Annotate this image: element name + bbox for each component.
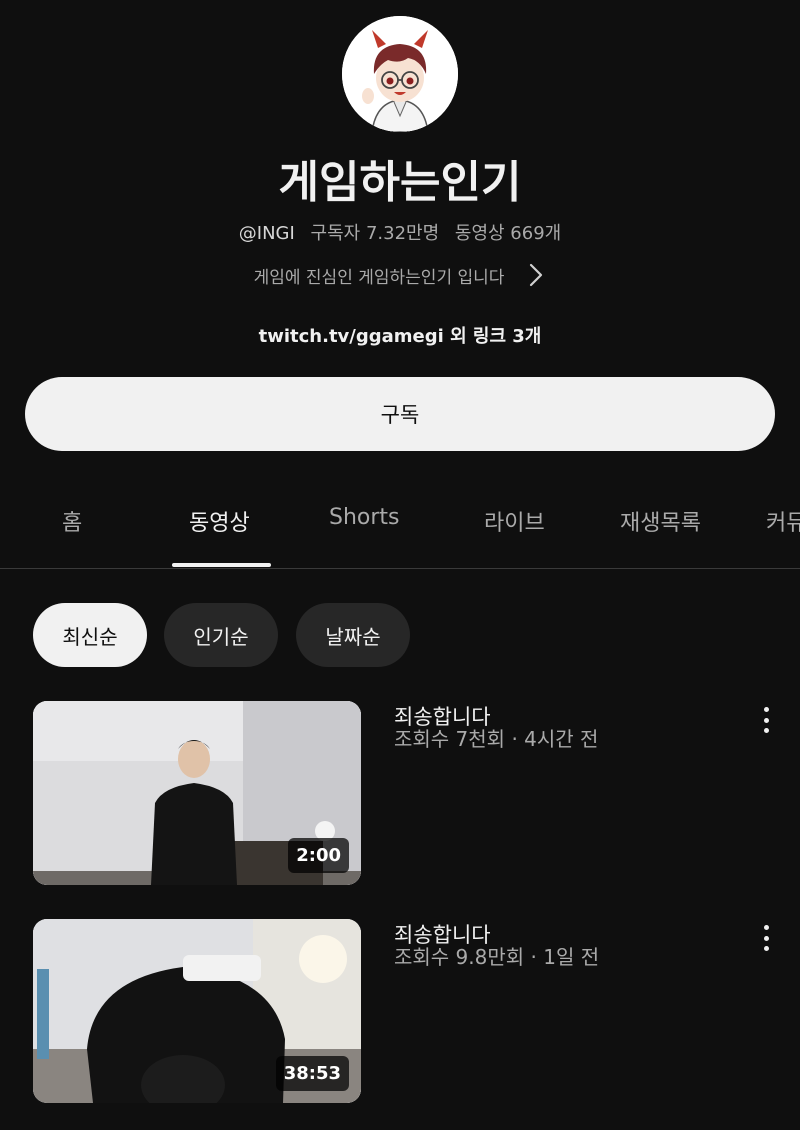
channel-name: 게임하는인기 (278, 157, 522, 208)
channel-handle: @INGI (238, 223, 295, 244)
video-meta: 조회수 9.8만회 · 1일 전 (394, 945, 600, 969)
channel-avatar[interactable] (342, 16, 458, 132)
channel-tabs: 홈 동영상 Shorts 라이브 재생목록 커뮤 (0, 485, 800, 569)
tab-live[interactable]: 라이브 (484, 505, 545, 537)
tab-playlists[interactable]: 재생목록 (620, 505, 701, 537)
subscriber-count: 구독자 7.32만명 (310, 223, 440, 244)
avatar-icon (342, 16, 458, 132)
chevron-right-icon (530, 263, 543, 287)
video-item[interactable]: 38:53 죄송합니다 조회수 9.8만회 · 1일 전 (33, 919, 773, 1104)
filter-oldest[interactable]: 날짜순 (296, 603, 410, 667)
channel-meta: @INGI 구독자 7.32만명 동영상 669개 (0, 219, 800, 245)
channel-description[interactable]: 게임에 진심인 게임하는인기 입니다 (0, 262, 800, 288)
channel-links[interactable]: twitch.tv/ggamegi 외 링크 3개 (0, 322, 800, 348)
active-tab-indicator (172, 563, 271, 567)
more-vert-icon[interactable] (760, 707, 772, 733)
tab-videos[interactable]: 동영상 (189, 505, 250, 537)
video-thumbnail[interactable]: 38:53 (33, 919, 361, 1103)
video-thumbnail[interactable]: 2:00 (33, 701, 361, 885)
video-duration: 2:00 (288, 838, 349, 873)
filter-popular[interactable]: 인기순 (164, 603, 278, 667)
video-count: 동영상 669개 (454, 223, 562, 244)
more-vert-icon[interactable] (760, 925, 772, 951)
subscribe-button[interactable]: 구독 (25, 377, 775, 451)
tab-community[interactable]: 커뮤 (766, 505, 800, 537)
filter-latest[interactable]: 최신순 (33, 603, 147, 667)
description-text: 게임에 진심인 게임하는인기 입니다 (253, 267, 505, 288)
video-meta: 조회수 7천회 · 4시간 전 (394, 727, 599, 751)
video-item[interactable]: 2:00 죄송합니다 조회수 7천회 · 4시간 전 (33, 701, 773, 886)
channel-page: 게임하는인기 @INGI 구독자 7.32만명 동영상 669개 게임에 진심인… (0, 0, 800, 1130)
tab-shorts[interactable]: Shorts (329, 505, 400, 530)
tab-home[interactable]: 홈 (62, 505, 82, 537)
video-duration: 38:53 (275, 1056, 349, 1091)
